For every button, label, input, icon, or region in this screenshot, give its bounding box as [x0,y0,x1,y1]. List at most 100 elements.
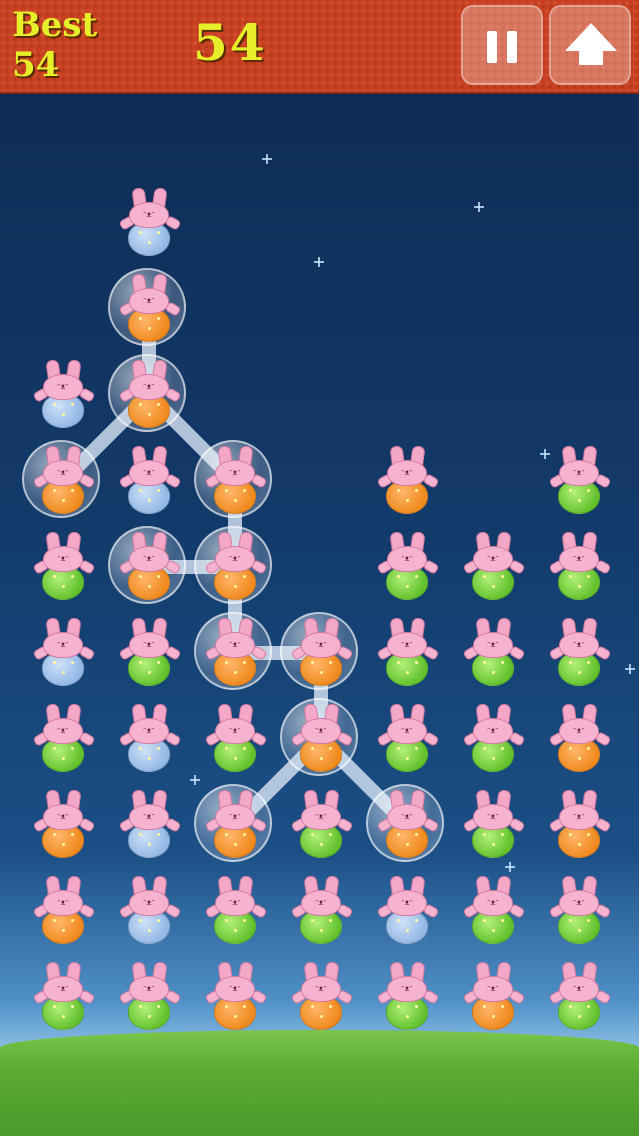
bunny-tile-orange[interactable]: ᵔᴥᵔ [28,789,98,860]
bunny-tile-green[interactable]: ᵔᴥᵔ [458,789,528,860]
bunny-tile-green[interactable]: ᵔᴥᵔ [372,531,442,602]
bunny-tile-green[interactable]: ᵔᴥᵔ [544,445,614,516]
bunny-tile-green[interactable]: ᵔᴥᵔ [458,531,528,602]
bunny-icon: ᵔᴥᵔ [118,531,182,600]
bunny-icon: ᵔᴥᵔ [118,445,182,514]
bunny-tile-green[interactable]: ᵔᴥᵔ [200,703,270,774]
bunny-icon: ᵔᴥᵔ [548,789,612,858]
bunny-icon: ᵔᴥᵔ [204,617,268,686]
bunny-icon: ᵔᴥᵔ [118,703,182,772]
bunny-tile-blue[interactable]: ᵔᴥᵔ [114,703,184,774]
bunny-tile-orange[interactable]: ᵔᴥᵔ [22,440,100,518]
bunny-icon: ᵔᴥᵔ [376,617,440,686]
bunny-icon: ᵔᴥᵔ [376,703,440,772]
bunny-tile-orange[interactable]: ᵔᴥᵔ [108,268,186,346]
bunny-icon: ᵔᴥᵔ [118,789,182,858]
bunny-tile-orange[interactable]: ᵔᴥᵔ [194,612,272,690]
bunny-tile-orange[interactable]: ᵔᴥᵔ [194,784,272,862]
bunny-tile-orange[interactable]: ᵔᴥᵔ [280,612,358,690]
bunny-icon: ᵔᴥᵔ [462,531,526,600]
bunny-tile-green[interactable]: ᵔᴥᵔ [372,617,442,688]
bunny-icon: ᵔᴥᵔ [204,531,268,600]
bunny-tile-orange[interactable]: ᵔᴥᵔ [280,698,358,776]
bunny-tile-blue[interactable]: ᵔᴥᵔ [114,445,184,516]
bunny-icon: ᵔᴥᵔ [204,703,268,772]
bunny-tile-orange[interactable]: ᵔᴥᵔ [108,354,186,432]
bunny-tile-orange[interactable]: ᵔᴥᵔ [108,526,186,604]
bunny-icon: ᵔᴥᵔ [376,531,440,600]
bunny-tile-green[interactable]: ᵔᴥᵔ [286,875,356,946]
bunny-icon: ᵔᴥᵔ [32,617,96,686]
bunny-tile-blue[interactable]: ᵔᴥᵔ [28,617,98,688]
bunny-icon: ᵔᴥᵔ [462,961,526,1030]
bunny-icon: ᵔᴥᵔ [118,875,182,944]
bunny-tile-blue[interactable]: ᵔᴥᵔ [114,789,184,860]
bunny-icon: ᵔᴥᵔ [118,961,182,1030]
bunny-tile-green[interactable]: ᵔᴥᵔ [114,617,184,688]
bunny-icon: ᵔᴥᵔ [204,789,268,858]
bunny-icon: ᵔᴥᵔ [32,531,96,600]
bunny-icon: ᵔᴥᵔ [290,961,354,1030]
bunny-icon: ᵔᴥᵔ [376,961,440,1030]
bunny-tile-green[interactable]: ᵔᴥᵔ [372,961,442,1032]
bunny-icon: ᵔᴥᵔ [118,187,182,256]
bunny-tile-green[interactable]: ᵔᴥᵔ [286,789,356,860]
bunny-tile-green[interactable]: ᵔᴥᵔ [544,617,614,688]
bunny-icon: ᵔᴥᵔ [548,875,612,944]
bunny-icon: ᵔᴥᵔ [32,961,96,1030]
bunny-icon: ᵔᴥᵔ [204,445,268,514]
bunny-icon: ᵔᴥᵔ [32,789,96,858]
bunny-icon: ᵔᴥᵔ [376,789,440,858]
bunny-icon: ᵔᴥᵔ [118,273,182,342]
bunny-tile-green[interactable]: ᵔᴥᵔ [544,875,614,946]
bunny-tile-green[interactable]: ᵔᴥᵔ [114,961,184,1032]
bunny-icon: ᵔᴥᵔ [118,359,182,428]
bunny-icon: ᵔᴥᵔ [462,789,526,858]
bunny-tile-blue[interactable]: ᵔᴥᵔ [28,359,98,430]
bunny-icon: ᵔᴥᵔ [548,445,612,514]
bunny-tile-green[interactable]: ᵔᴥᵔ [458,703,528,774]
bunny-icon: ᵔᴥᵔ [290,789,354,858]
bunny-tile-green[interactable]: ᵔᴥᵔ [28,531,98,602]
bunny-icon: ᵔᴥᵔ [290,875,354,944]
bunny-icon: ᵔᴥᵔ [204,961,268,1030]
bunny-tile-orange[interactable]: ᵔᴥᵔ [458,961,528,1032]
bunny-tile-orange[interactable]: ᵔᴥᵔ [194,440,272,518]
bunny-tile-blue[interactable]: ᵔᴥᵔ [114,187,184,258]
bunny-tile-orange[interactable]: ᵔᴥᵔ [366,784,444,862]
bunny-icon: ᵔᴥᵔ [462,875,526,944]
bunny-tile-green[interactable]: ᵔᴥᵔ [200,875,270,946]
bunny-icon: ᵔᴥᵔ [32,875,96,944]
bunny-tile-green[interactable]: ᵔᴥᵔ [458,875,528,946]
bunny-tile-green[interactable]: ᵔᴥᵔ [458,617,528,688]
bunny-tile-orange[interactable]: ᵔᴥᵔ [194,526,272,604]
bunny-tile-orange[interactable]: ᵔᴥᵔ [200,961,270,1032]
bunny-icon: ᵔᴥᵔ [548,531,612,600]
bunny-tile-orange[interactable]: ᵔᴥᵔ [28,875,98,946]
bunny-tile-green[interactable]: ᵔᴥᵔ [544,961,614,1032]
bunny-icon: ᵔᴥᵔ [548,617,612,686]
bunny-icon: ᵔᴥᵔ [204,875,268,944]
bunny-icon: ᵔᴥᵔ [548,703,612,772]
bunny-icon: ᵔᴥᵔ [290,703,354,772]
bunny-tile-green[interactable]: ᵔᴥᵔ [544,531,614,602]
bunny-tile-orange[interactable]: ᵔᴥᵔ [544,703,614,774]
bunny-icon: ᵔᴥᵔ [376,445,440,514]
bunny-icon: ᵔᴥᵔ [376,875,440,944]
bunny-tile-orange[interactable]: ᵔᴥᵔ [286,961,356,1032]
bunny-tile-green[interactable]: ᵔᴥᵔ [28,961,98,1032]
bunny-tile-orange[interactable]: ᵔᴥᵔ [372,445,442,516]
bunny-icon: ᵔᴥᵔ [548,961,612,1030]
bunny-icon: ᵔᴥᵔ [32,445,96,514]
bunny-icon: ᵔᴥᵔ [32,359,96,428]
bunny-tile-blue[interactable]: ᵔᴥᵔ [372,875,442,946]
bunny-tile-green[interactable]: ᵔᴥᵔ [28,703,98,774]
bunny-tile-blue[interactable]: ᵔᴥᵔ [114,875,184,946]
bunny-tile-green[interactable]: ᵔᴥᵔ [372,703,442,774]
bunny-icon: ᵔᴥᵔ [462,703,526,772]
bunny-tile-orange[interactable]: ᵔᴥᵔ [544,789,614,860]
bunny-icon: ᵔᴥᵔ [118,617,182,686]
bunny-icon: ᵔᴥᵔ [32,703,96,772]
bunny-icon: ᵔᴥᵔ [290,617,354,686]
bunny-icon: ᵔᴥᵔ [462,617,526,686]
